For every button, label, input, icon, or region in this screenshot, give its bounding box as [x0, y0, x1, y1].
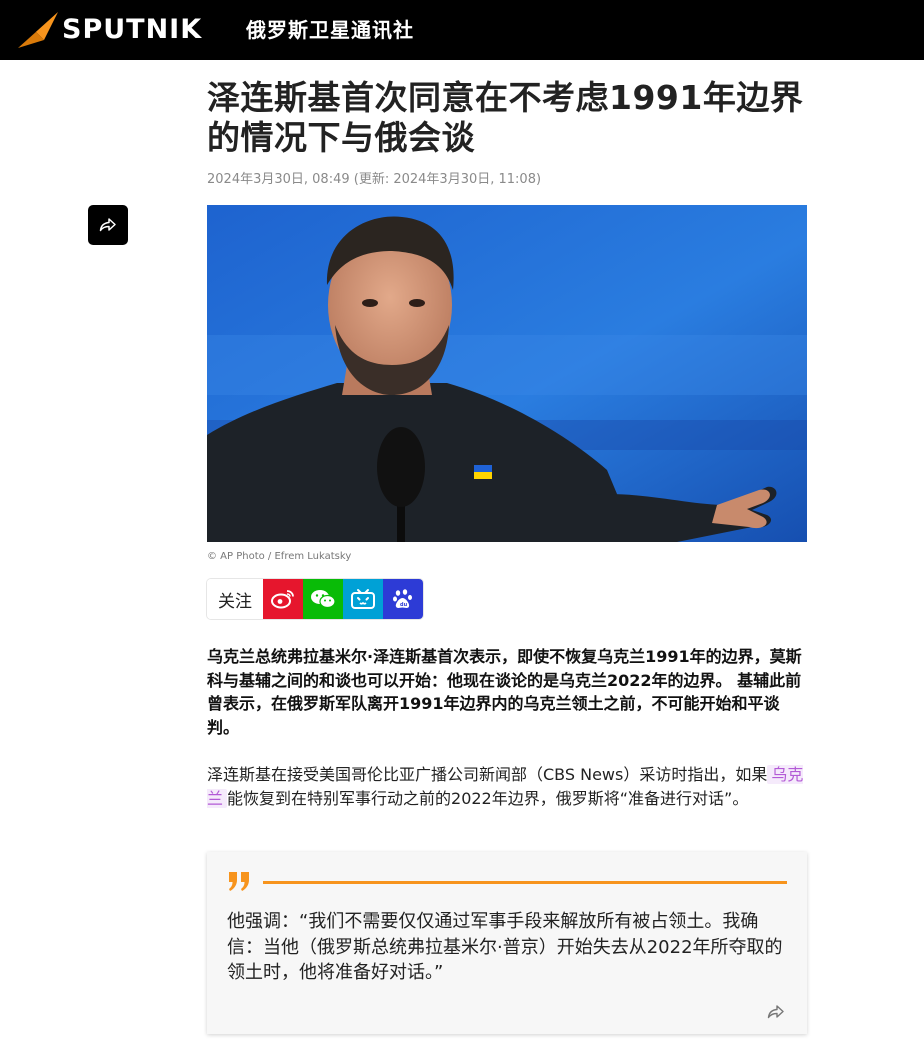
- quote-divider: [263, 881, 787, 884]
- site-header: SPUTNIK 俄罗斯卫星通讯社: [0, 0, 924, 60]
- article-hero-image: [207, 205, 807, 542]
- share-arrow-icon: [99, 218, 116, 232]
- sputnik-logo-icon[interactable]: [16, 10, 60, 50]
- brand-chinese-name[interactable]: 俄罗斯卫星通讯社: [246, 16, 414, 44]
- follow-wechat-button[interactable]: [303, 579, 343, 619]
- quote-block: 他强调：“我们不需要仅仅通过军事手段来解放所有被占领土。我确信：当他（俄罗斯总统…: [207, 852, 807, 1034]
- image-credit: © AP Photo / Efrem Lukatsky: [207, 551, 352, 562]
- paragraph-text-start: 泽连斯基在接受美国哥伦比亚广播公司新闻部（CBS News）采访时指出，如果: [207, 765, 768, 784]
- follow-bilibili-button[interactable]: [343, 579, 383, 619]
- share-arrow-icon: [767, 1005, 784, 1019]
- article-paragraph: 泽连斯基在接受美国哥伦比亚广播公司新闻部（CBS News）采访时指出，如果 乌克…: [207, 763, 807, 810]
- quote-share-button[interactable]: [765, 1002, 787, 1022]
- article-title: 泽连斯基首次同意在不考虑1991年边界的情况下与俄会谈: [207, 78, 804, 157]
- baidu-paw-icon: du: [393, 589, 412, 608]
- follow-weibo-button[interactable]: [263, 579, 303, 619]
- svg-text:du: du: [400, 602, 408, 608]
- quote-mark-icon: [229, 872, 249, 891]
- share-button[interactable]: [88, 205, 128, 245]
- weibo-icon: [271, 590, 294, 609]
- brand-wordmark[interactable]: SPUTNIK: [62, 12, 202, 48]
- article-lead: 乌克兰总统弗拉基米尔·泽连斯基首次表示，即使不恢复乌克兰1991年的边界，莫斯科…: [207, 647, 802, 737]
- article-date: 2024年3月30日, 08:49 (更新: 2024年3月30日, 11:08…: [207, 172, 542, 187]
- follow-baidu-button[interactable]: du: [383, 579, 423, 619]
- follow-bar: 关注 du: [207, 579, 423, 619]
- quote-text: 他强调：“我们不需要仅仅通过军事手段来解放所有被占领土。我确信：当他（俄罗斯总统…: [227, 911, 783, 983]
- follow-label: 关注: [207, 579, 263, 619]
- wechat-icon: [311, 590, 336, 609]
- paragraph-text-end: 能恢复到在特别军事行动之前的2022年边界，俄罗斯将“准备进行对话”。: [227, 788, 749, 808]
- bilibili-icon: [351, 589, 375, 609]
